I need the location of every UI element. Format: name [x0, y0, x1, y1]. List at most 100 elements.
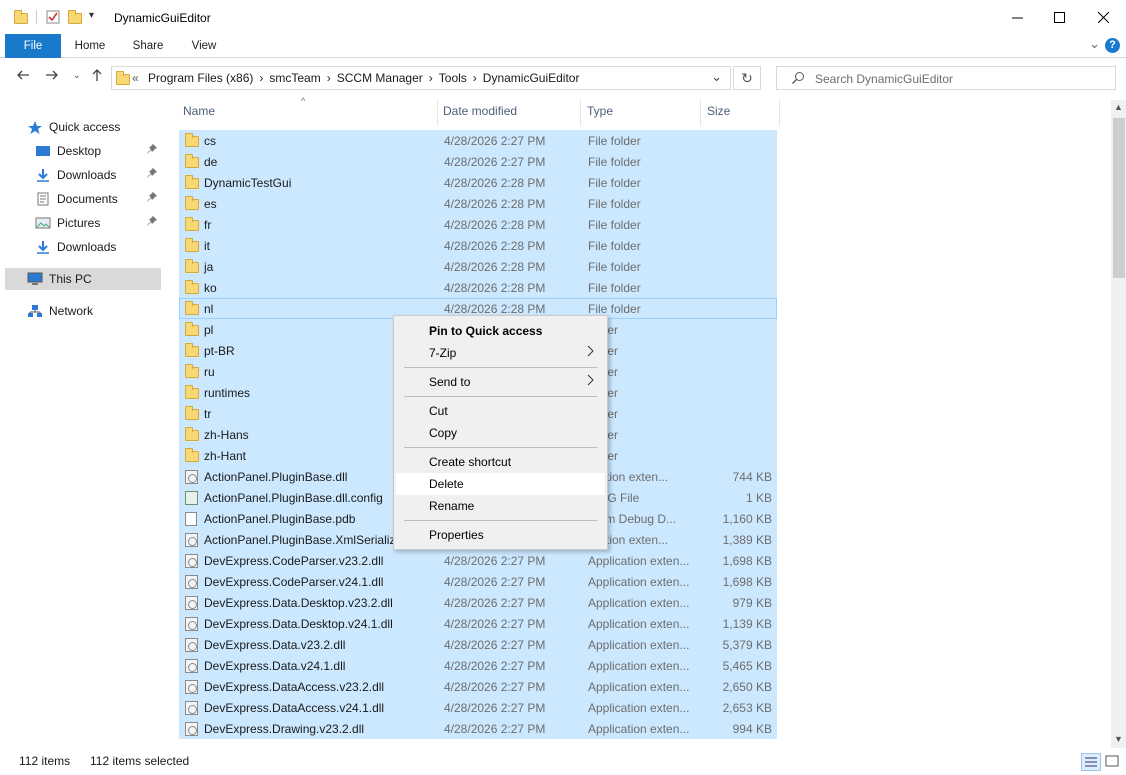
scrollbar-thumb[interactable]: [1113, 118, 1125, 278]
address-bar[interactable]: « Program Files (x86) › smcTeam › SCCM Manag…: [111, 66, 731, 90]
sidebar-item-downloads[interactable]: Downloads: [5, 236, 161, 258]
date-modified: 4/28/2026 2:27 PM: [444, 680, 546, 694]
large-icons-view-button[interactable]: [1103, 753, 1123, 771]
status-bar: 112 items 112 items selected: [0, 751, 1126, 775]
column-divider[interactable]: [437, 100, 438, 126]
table-row[interactable]: DevExpress.CodeParser.v24.1.dll 4/28/2026…: [179, 571, 777, 592]
search-box[interactable]: Search DynamicGuiEditor: [776, 66, 1116, 90]
column-divider[interactable]: [700, 100, 701, 126]
file-name: pt-BR: [204, 344, 235, 358]
dll-file-icon: [185, 659, 198, 674]
sidebar-item-label: This PC: [49, 272, 92, 286]
folder-icon: [185, 196, 199, 210]
folder-icon: [185, 259, 199, 273]
menu-item-7-zip[interactable]: 7-Zip: [396, 342, 605, 364]
sidebar-item-label: Downloads: [57, 240, 117, 254]
pin-icon[interactable]: [147, 216, 157, 229]
table-row[interactable]: DevExpress.CodeParser.v23.2.dll 4/28/2026…: [179, 550, 777, 571]
chevron-right-icon[interactable]: ›: [473, 71, 477, 85]
menu-item-cut[interactable]: Cut: [396, 400, 605, 422]
scroll-up-arrow-icon[interactable]: ▲: [1114, 102, 1123, 112]
column-header-type[interactable]: Type: [587, 104, 613, 122]
menu-item-properties[interactable]: Properties: [396, 524, 605, 546]
title-bar: ▾ DynamicGuiEditor: [0, 0, 1126, 34]
sidebar-item-pictures[interactable]: Pictures: [5, 212, 161, 234]
sidebar-item-this-pc[interactable]: This PC: [5, 268, 161, 290]
table-row[interactable]: DevExpress.Data.Desktop.v23.2.dll 4/28/20…: [179, 592, 777, 613]
breadcrumb-smcteam[interactable]: smcTeam: [269, 71, 320, 85]
pin-icon[interactable]: [147, 144, 157, 157]
chevron-right-icon[interactable]: ›: [327, 71, 331, 85]
sidebar-item-desktop[interactable]: Desktop: [5, 140, 161, 162]
help-icon[interactable]: ?: [1105, 38, 1120, 53]
tab-home[interactable]: Home: [68, 34, 112, 58]
tab-share[interactable]: Share: [126, 34, 170, 58]
table-row[interactable]: DevExpress.Data.v23.2.dll 4/28/2026 2:27 …: [179, 634, 777, 655]
menu-item-create-shortcut[interactable]: Create shortcut: [396, 451, 605, 473]
menu-item-delete[interactable]: Delete: [396, 473, 605, 495]
expand-ribbon-icon[interactable]: ⌄: [1089, 36, 1100, 52]
minimize-button[interactable]: [994, 0, 1040, 34]
file-name: ActionPanel.PluginBase.pdb: [204, 512, 356, 526]
table-row[interactable]: DevExpress.DataAccess.v23.2.dll 4/28/2026…: [179, 676, 777, 697]
menu-item-rename[interactable]: Rename: [396, 495, 605, 517]
maximize-button[interactable]: [1036, 0, 1082, 34]
pin-icon[interactable]: [147, 168, 157, 181]
date-modified: 4/28/2026 2:27 PM: [444, 596, 546, 610]
column-header-date[interactable]: Date modified: [443, 104, 517, 122]
search-input[interactable]: Search DynamicGuiEditor: [815, 72, 953, 86]
table-row[interactable]: ko 4/28/2026 2:28 PM File folder: [179, 277, 777, 298]
table-row[interactable]: DevExpress.Drawing.v23.2.dll 4/28/2026 2:…: [179, 718, 777, 739]
table-row[interactable]: DevExpress.Data.Desktop.v24.1.dll 4/28/20…: [179, 613, 777, 634]
file-size: 1,698 KB: [722, 575, 772, 589]
vertical-scrollbar[interactable]: ▲ ▼: [1111, 100, 1126, 748]
tab-file[interactable]: File: [5, 34, 61, 58]
table-row[interactable]: it 4/28/2026 2:28 PM File folder: [179, 235, 777, 256]
breadcrumb-overflow[interactable]: «: [132, 71, 139, 85]
breadcrumb-sccm-manager[interactable]: SCCM Manager: [337, 71, 423, 85]
address-dropdown-chevron-icon[interactable]: ⌄: [711, 69, 722, 85]
properties-icon[interactable]: [46, 10, 60, 24]
menu-item-copy[interactable]: Copy: [396, 422, 605, 444]
table-row[interactable]: ja 4/28/2026 2:28 PM File folder: [179, 256, 777, 277]
new-folder-icon[interactable]: [68, 10, 82, 24]
column-divider[interactable]: [779, 100, 780, 126]
sidebar-item-network[interactable]: Network: [5, 300, 161, 322]
up-arrow-icon[interactable]: [90, 68, 104, 86]
back-arrow-icon[interactable]: [16, 68, 30, 86]
table-row[interactable]: DevExpress.Data.v24.1.dll 4/28/2026 2:27 …: [179, 655, 777, 676]
column-divider[interactable]: [580, 100, 581, 126]
sidebar-item-documents[interactable]: Documents: [5, 188, 161, 210]
sidebar-item-downloads[interactable]: Downloads: [5, 164, 161, 186]
pin-icon[interactable]: [147, 192, 157, 205]
chevron-right-icon[interactable]: ›: [259, 71, 263, 85]
customize-qat-icon[interactable]: ▾: [89, 10, 94, 21]
tab-view[interactable]: View: [184, 34, 224, 58]
close-icon: [1097, 11, 1109, 23]
menu-item-pin-to-quick-access[interactable]: Pin to Quick access: [396, 320, 605, 342]
recent-locations-chevron-icon[interactable]: ⌄: [73, 70, 81, 81]
file-size: 1,160 KB: [722, 512, 772, 526]
chevron-right-icon[interactable]: ›: [429, 71, 433, 85]
scroll-down-arrow-icon[interactable]: ▼: [1114, 734, 1123, 744]
table-row[interactable]: fr 4/28/2026 2:28 PM File folder: [179, 214, 777, 235]
menu-item-send-to[interactable]: Send to: [396, 371, 605, 393]
sidebar-item-quick-access[interactable]: Quick access: [5, 116, 161, 138]
documents-icon: [35, 192, 51, 206]
table-row[interactable]: cs 4/28/2026 2:27 PM File folder: [179, 130, 777, 151]
refresh-button[interactable]: ↻: [733, 66, 761, 90]
breadcrumb-program-files[interactable]: Program Files (x86): [148, 71, 253, 85]
date-modified: 4/28/2026 2:28 PM: [444, 218, 546, 232]
breadcrumb-dynamicguieditor[interactable]: DynamicGuiEditor: [483, 71, 580, 85]
column-header-name[interactable]: Name: [183, 104, 215, 122]
details-view-button[interactable]: [1081, 753, 1101, 771]
table-row[interactable]: DynamicTestGui 4/28/2026 2:28 PM File fold…: [179, 172, 777, 193]
column-header-size[interactable]: Size: [707, 104, 730, 122]
close-button[interactable]: [1080, 0, 1126, 34]
forward-arrow-icon[interactable]: [45, 68, 59, 86]
table-row[interactable]: DevExpress.DataAccess.v24.1.dll 4/28/2026…: [179, 697, 777, 718]
table-row[interactable]: de 4/28/2026 2:27 PM File folder: [179, 151, 777, 172]
file-type: Application exten...: [588, 575, 690, 589]
table-row[interactable]: es 4/28/2026 2:28 PM File folder: [179, 193, 777, 214]
breadcrumb-tools[interactable]: Tools: [439, 71, 467, 85]
